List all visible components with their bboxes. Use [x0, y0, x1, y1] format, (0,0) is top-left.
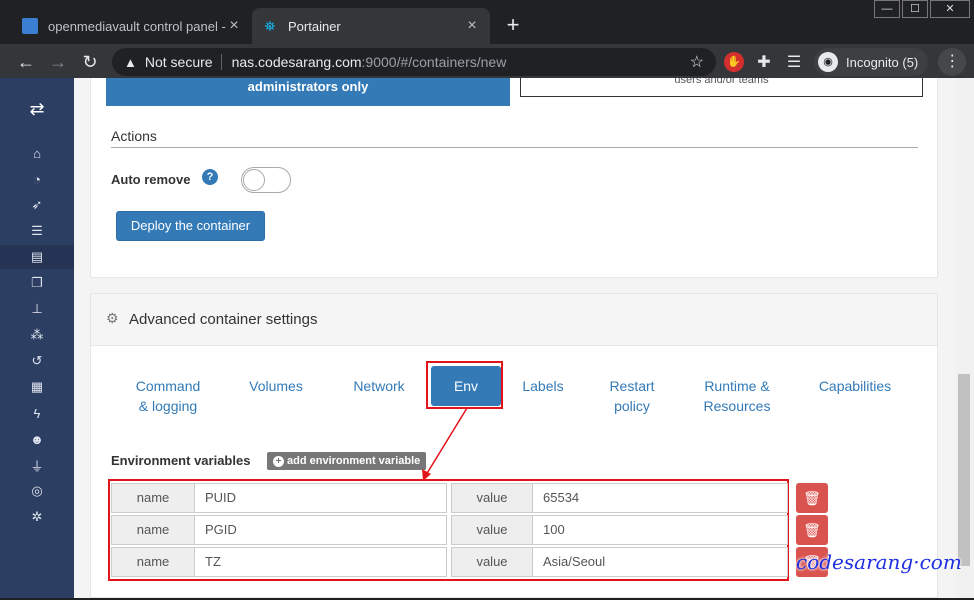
annotation-arrow	[422, 407, 468, 481]
annotation-arrow-head	[422, 469, 431, 481]
annotation-arrow-line	[425, 407, 468, 476]
watermark-text: codesarang·com	[796, 550, 962, 574]
